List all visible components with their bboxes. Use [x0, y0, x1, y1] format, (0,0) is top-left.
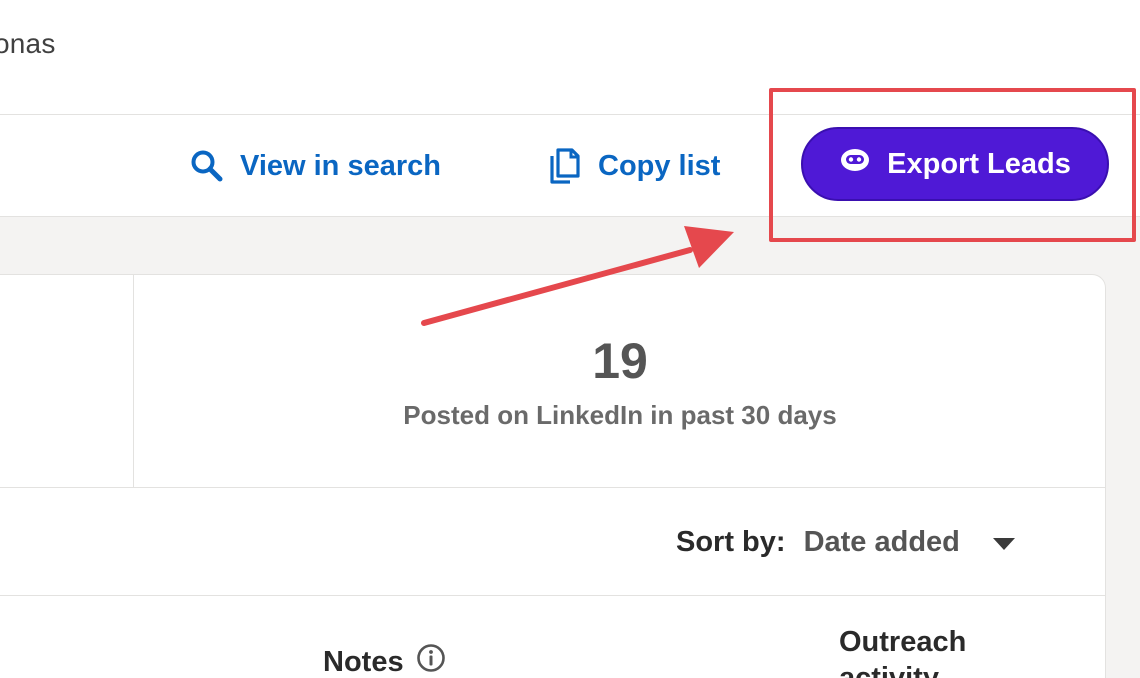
search-icon	[190, 149, 224, 183]
export-leads-label: Export Leads	[887, 147, 1071, 180]
outreach-activity-column-header: Outreach activity	[839, 626, 967, 678]
export-leads-button[interactable]: Export Leads	[801, 127, 1109, 201]
sort-label: Sort by:	[676, 525, 786, 558]
view-in-search-label: View in search	[240, 149, 441, 182]
table-header-divider	[0, 595, 1106, 596]
sort-control[interactable]: Sort by: Date added	[676, 522, 1016, 562]
card-divider	[0, 487, 1106, 488]
copy-list-link[interactable]: Copy list	[548, 146, 720, 186]
copy-list-label: Copy list	[598, 149, 721, 182]
caret-down-icon[interactable]	[992, 526, 1016, 559]
notes-label: Notes	[323, 645, 404, 678]
title-band: onas	[0, 0, 1140, 115]
posted-count: 19	[592, 333, 648, 389]
copy-icon	[548, 147, 582, 185]
view-in-search-link[interactable]: View in search	[190, 146, 441, 186]
info-icon[interactable]	[416, 643, 446, 678]
posted-label: Posted on LinkedIn in past 30 days	[403, 400, 837, 430]
robot-icon	[839, 147, 871, 181]
page-title: onas	[0, 28, 56, 59]
notes-column-header: Notes	[323, 644, 446, 678]
page: onas View in search Copy list Export Lea…	[0, 0, 1140, 678]
sort-dropdown[interactable]: Date added	[804, 526, 960, 559]
